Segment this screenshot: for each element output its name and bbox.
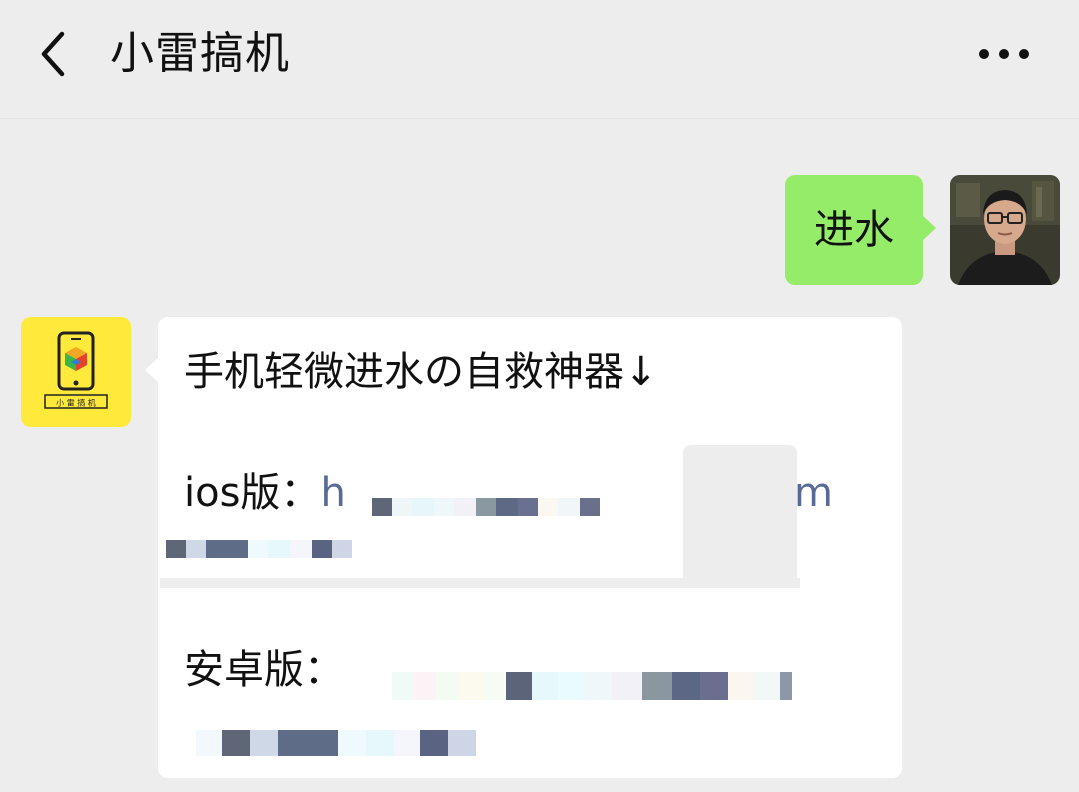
redaction-block (683, 445, 797, 585)
sent-message-bubble[interactable]: 进水 (785, 175, 936, 285)
message-headline: 手机轻微进水の自救神器↓ (184, 349, 658, 395)
bot-logo-text: 小 雷 搞 机 (56, 398, 96, 408)
sent-message-text: 进水 (814, 207, 894, 253)
ios-link-end[interactable]: m (794, 465, 833, 521)
xiaolei-logo-avatar: 小 雷 搞 机 (21, 317, 131, 427)
ios-link-start[interactable]: h (320, 470, 345, 516)
chat-screen: 小雷搞机 进水 小 雷 搞 机 手机轻微进水の自救神器↓ ios版：h m 安卓… (0, 0, 1079, 792)
android-label: 安卓版： (184, 647, 344, 693)
chevron-left-icon (41, 31, 65, 77)
back-button[interactable] (32, 26, 76, 82)
redaction-block (160, 578, 800, 588)
more-button[interactable] (972, 38, 1036, 70)
more-dots-icon (979, 49, 1029, 59)
bot-avatar[interactable]: 小 雷 搞 机 (21, 317, 131, 427)
chat-header: 小雷搞机 (0, 0, 1079, 119)
ios-label-text: ios版： (184, 470, 321, 516)
ios-label: ios版：h (184, 465, 346, 521)
user-photo-avatar (950, 175, 1060, 285)
chat-title: 小雷搞机 (110, 28, 290, 79)
user-avatar[interactable] (950, 175, 1060, 285)
